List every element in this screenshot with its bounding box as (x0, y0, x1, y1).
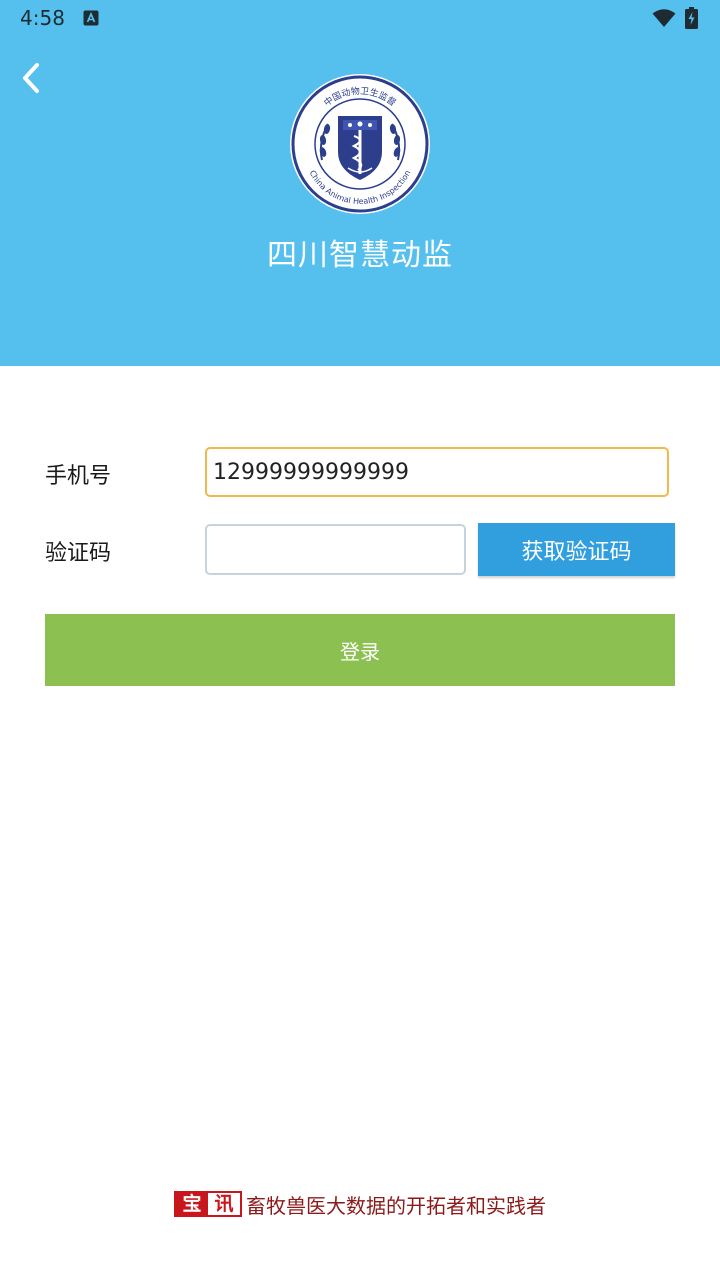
footer: 宝 讯 畜牧兽医大数据的开拓者和实践者 (0, 1188, 720, 1220)
status-bar: 4:58 (0, 0, 720, 36)
wifi-icon (652, 8, 676, 28)
battery-charging-icon (685, 7, 698, 29)
get-verification-code-button[interactable]: 获取验证码 (478, 523, 675, 576)
a-notification-icon (83, 10, 99, 26)
brand-char-1: 宝 (176, 1193, 208, 1215)
chevron-left-icon (23, 63, 39, 93)
phone-input[interactable] (205, 447, 669, 497)
status-time: 4:58 (20, 6, 65, 30)
footer-slogan: 畜牧兽医大数据的开拓者和实践者 (246, 1193, 546, 1218)
verification-code-input[interactable] (205, 524, 466, 575)
phone-label: 手机号 (45, 464, 112, 489)
app-title: 四川智慧动监 (267, 238, 453, 273)
animal-health-logo: 中国动物卫生监督 China Animal Health Inspection (288, 72, 432, 216)
back-button[interactable] (14, 58, 48, 98)
header: 4:58 中国动物卫生监督 China Animal Health Inspec… (0, 0, 720, 366)
brand-char-2: 讯 (208, 1193, 240, 1215)
brand-logo: 宝 讯 (174, 1191, 242, 1217)
login-button[interactable]: 登录 (45, 614, 675, 686)
code-label: 验证码 (45, 541, 112, 566)
